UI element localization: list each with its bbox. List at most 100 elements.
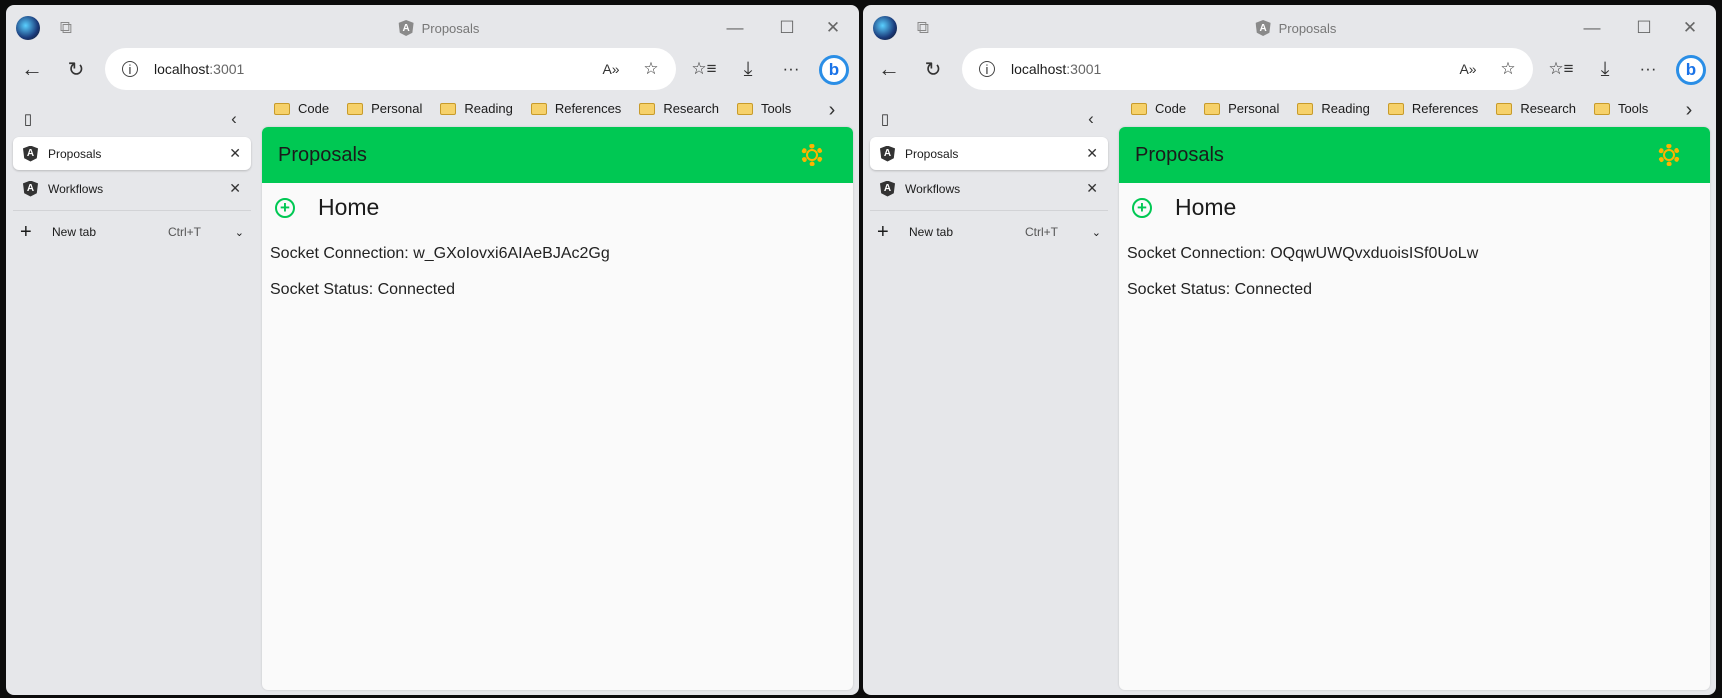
folder-icon (1496, 102, 1513, 115)
close-window-button[interactable]: ✕ (819, 14, 847, 42)
minimize-button[interactable]: — (1578, 14, 1606, 42)
read-aloud-icon[interactable]: A» (597, 55, 625, 83)
address-bar[interactable]: i localhost:3001 A» ☆ (105, 48, 676, 90)
angular-icon: A (398, 20, 414, 36)
address-bar[interactable]: i localhost:3001 A» ☆ (962, 48, 1533, 90)
sun-icon[interactable] (801, 144, 823, 166)
chevron-down-icon[interactable]: ⌄ (1092, 226, 1101, 239)
favorite-star-icon[interactable]: ☆ (1494, 55, 1522, 83)
app-title: Proposals (1135, 144, 1224, 166)
home-row: + Home (262, 193, 853, 223)
workspaces-icon[interactable]: ⧉ (52, 14, 80, 42)
collapse-chevron-icon[interactable]: ‹ (1077, 105, 1105, 133)
new-tab-button[interactable]: + New tab Ctrl+T ⌄ (877, 220, 1107, 243)
folder-icon (1387, 102, 1404, 115)
refresh-button[interactable]: ↻ (62, 55, 90, 83)
sidebar-toggle-icon[interactable]: ▯ (871, 105, 899, 133)
plus-icon: + (877, 220, 889, 243)
folder-icon (440, 102, 457, 115)
page-title: Home (318, 194, 380, 220)
tab-workflows[interactable]: A Workflows ✕ (870, 172, 1108, 205)
browser-window: ⧉ A Proposals — ☐ ✕ ← ↻ i localhost:3001 … (863, 5, 1716, 695)
socket-connection: Socket Connection: w_GXoIovxi6AIAeBJAc2G… (270, 245, 610, 262)
page-title: Home (1175, 194, 1237, 220)
bookmarks-more-chevron-icon[interactable]: › (1675, 96, 1703, 124)
sun-icon[interactable] (1658, 144, 1680, 166)
minimize-button[interactable]: — (721, 14, 749, 42)
bookmark-research[interactable]: Research (639, 101, 719, 116)
close-tab-icon[interactable]: ✕ (1086, 145, 1098, 162)
bookmark-code[interactable]: Code (1131, 101, 1186, 116)
plus-circle-icon[interactable]: + (275, 198, 295, 218)
bookmark-personal[interactable]: Personal (347, 101, 422, 116)
plus-circle-icon[interactable]: + (1132, 198, 1152, 218)
workspaces-icon[interactable]: ⧉ (909, 14, 937, 42)
divider (13, 210, 251, 211)
bing-copilot-icon[interactable]: b (819, 55, 849, 85)
read-aloud-icon[interactable]: A» (1454, 55, 1482, 83)
folder-icon (1593, 102, 1610, 115)
bookmarks-more-chevron-icon[interactable]: › (818, 96, 846, 124)
new-tab-button[interactable]: + New tab Ctrl+T ⌄ (20, 221, 250, 243)
chevron-down-icon[interactable]: ⌄ (235, 226, 244, 239)
app-header: Proposals (262, 127, 853, 183)
download-icon[interactable]: ⤓ (1591, 55, 1619, 83)
home-row: + Home (1119, 193, 1710, 223)
url-text[interactable]: localhost:3001 (1011, 61, 1101, 77)
bookmark-references[interactable]: References (530, 101, 621, 116)
folder-icon (1297, 102, 1314, 115)
tab-proposals[interactable]: A Proposals ✕ (13, 137, 251, 170)
profile-avatar[interactable] (873, 16, 897, 40)
url-text[interactable]: localhost:3001 (154, 61, 244, 77)
maximize-button[interactable]: ☐ (1630, 14, 1658, 42)
divider (870, 210, 1108, 211)
download-icon[interactable]: ⤓ (734, 55, 762, 83)
close-window-button[interactable]: ✕ (1676, 14, 1704, 42)
more-icon[interactable]: ··· (1634, 55, 1662, 83)
bookmarks-bar: Code Personal Reading References Researc… (1131, 101, 1648, 116)
bookmark-code[interactable]: Code (274, 101, 329, 116)
bing-copilot-icon[interactable]: b (1676, 55, 1706, 85)
browser-window: ⧉ A Proposals — ☐ ✕ ← ↻ i localhost:3001 … (6, 5, 859, 695)
close-tab-icon[interactable]: ✕ (229, 145, 241, 162)
close-tab-icon[interactable]: ✕ (1086, 180, 1098, 197)
page-content: Proposals + Home Socket Connection: OQqw… (1119, 127, 1710, 690)
tab-workflows[interactable]: A Workflows ✕ (13, 172, 251, 205)
refresh-button[interactable]: ↻ (919, 55, 947, 83)
bookmark-reading[interactable]: Reading (440, 101, 513, 116)
tab-proposals[interactable]: A Proposals ✕ (870, 137, 1108, 170)
bookmark-personal[interactable]: Personal (1204, 101, 1279, 116)
folder-icon (1204, 102, 1221, 115)
socket-status: Socket Status: Connected (270, 281, 455, 298)
angular-icon: A (23, 145, 38, 162)
favorites-icon[interactable]: ☆≡ (1547, 55, 1575, 83)
angular-icon: A (1255, 20, 1271, 36)
angular-icon: A (880, 145, 895, 162)
app-title: Proposals (278, 144, 367, 166)
info-icon[interactable]: i (122, 61, 138, 77)
bookmarks-bar: Code Personal Reading References Researc… (274, 101, 791, 116)
bookmark-reading[interactable]: Reading (1297, 101, 1370, 116)
favorites-icon[interactable]: ☆≡ (690, 55, 718, 83)
back-button[interactable]: ← (18, 55, 46, 83)
more-icon[interactable]: ··· (777, 55, 805, 83)
close-tab-icon[interactable]: ✕ (229, 180, 241, 197)
maximize-button[interactable]: ☐ (773, 14, 801, 42)
bookmark-tools[interactable]: Tools (736, 101, 791, 116)
folder-icon (347, 102, 364, 115)
sidebar-toggle-icon[interactable]: ▯ (14, 105, 42, 133)
collapse-chevron-icon[interactable]: ‹ (220, 105, 248, 133)
info-icon[interactable]: i (979, 61, 995, 77)
angular-icon: A (23, 180, 38, 197)
back-button[interactable]: ← (875, 55, 903, 83)
profile-avatar[interactable] (16, 16, 40, 40)
folder-icon (530, 102, 547, 115)
folder-icon (274, 102, 290, 115)
favorite-star-icon[interactable]: ☆ (637, 55, 665, 83)
folder-icon (639, 102, 656, 115)
socket-connection: Socket Connection: OQqwUWQvxduoisISf0UoL… (1127, 245, 1479, 262)
bookmark-references[interactable]: References (1387, 101, 1478, 116)
bookmark-research[interactable]: Research (1496, 101, 1576, 116)
folder-icon (736, 102, 753, 115)
bookmark-tools[interactable]: Tools (1593, 101, 1648, 116)
